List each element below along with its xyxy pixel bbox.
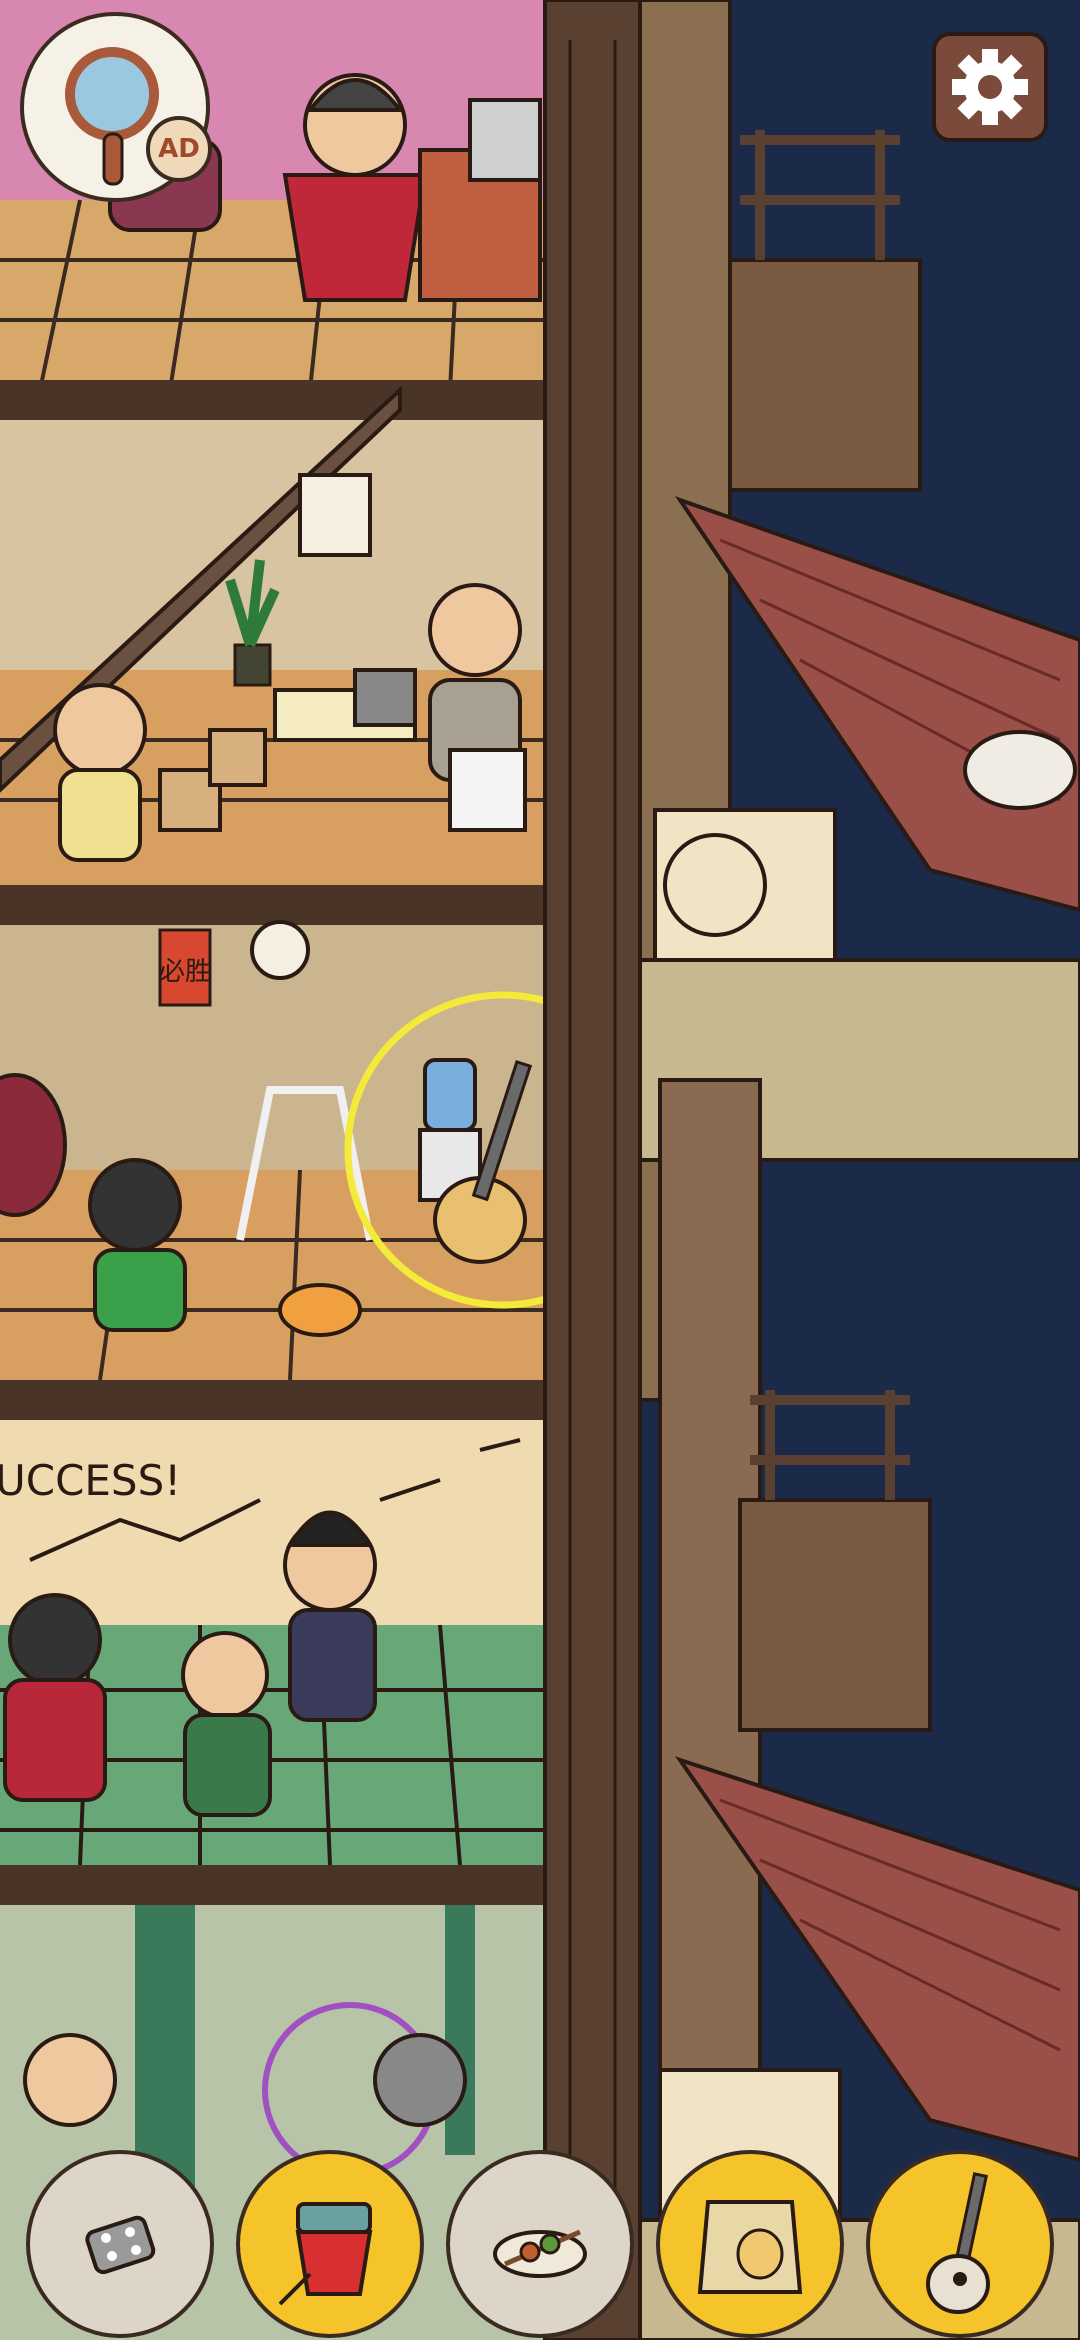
skewer-plate-icon <box>493 2229 587 2278</box>
item-slot-noodle-cup[interactable] <box>236 2150 424 2338</box>
settings-button[interactable] <box>932 32 1048 142</box>
dice-tile-icon <box>85 2215 156 2275</box>
ad-badge: AD <box>146 116 212 182</box>
floor-meeting-room: UCCESS! <box>0 1420 545 1866</box>
floor-office <box>0 385 545 890</box>
guitar-icon <box>926 2172 990 2314</box>
game-scene[interactable]: 必胜 UCCESS! <box>0 0 1080 2340</box>
item-slot-skewer-plate[interactable] <box>446 2150 634 2338</box>
item-slot-dog-food-bag[interactable] <box>656 2150 844 2338</box>
whiteboard-success-text: UCCESS! <box>0 1456 181 1505</box>
central-pillar <box>543 0 642 2340</box>
noodle-cup-icon <box>278 2202 373 2306</box>
item-slot-guitar[interactable] <box>866 2150 1054 2338</box>
gear-icon <box>952 49 1028 125</box>
dog-food-bag-icon <box>697 2200 803 2294</box>
hint-magnifier-button[interactable]: AD <box>20 12 212 202</box>
wall-sign-text: 必胜 <box>159 957 211 987</box>
item-slot-dice-tile[interactable] <box>26 2150 214 2338</box>
floor-music-room: 必胜 <box>0 920 545 1381</box>
